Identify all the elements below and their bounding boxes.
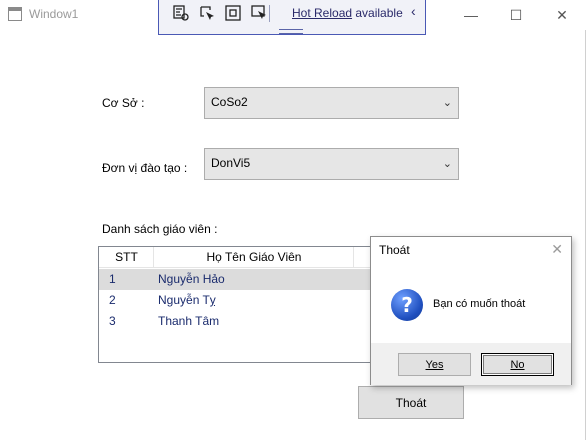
coso-label: Cơ Sở : <box>102 96 145 110</box>
donvi-selected-value: DonVi5 <box>211 156 251 170</box>
table-row[interactable]: 2 Nguyễn Tỵ <box>99 290 387 311</box>
yes-button[interactable]: Yes <box>398 353 471 376</box>
coso-combobox[interactable]: CoSo2 ⌄ <box>204 87 459 119</box>
row-stt: 3 <box>109 314 116 328</box>
column-divider[interactable] <box>353 247 354 267</box>
select-element-icon[interactable] <box>198 4 216 22</box>
xaml-debug-toolbar: Hot Reload available ‹ <box>158 0 426 35</box>
chevron-down-icon: ⌄ <box>442 97 452 109</box>
toolbar-separator <box>269 5 270 22</box>
collapse-toolbar-button[interactable]: ‹ <box>411 3 416 19</box>
coso-selected-value: CoSo2 <box>211 95 248 109</box>
app-window-icon <box>8 7 22 21</box>
row-teacher-name: Nguyễn Hảo <box>158 272 225 286</box>
window-title: Window1 <box>29 7 79 21</box>
toolbar-drag-grip[interactable] <box>279 29 303 34</box>
chevron-down-icon: ⌄ <box>442 158 452 170</box>
close-window-button[interactable]: ✕ <box>539 0 585 30</box>
row-stt: 1 <box>109 272 116 286</box>
hot-reload-link[interactable]: Hot Reload <box>292 6 352 20</box>
hot-reload-status: Hot Reload available <box>292 6 403 20</box>
exit-button[interactable]: Thoát <box>358 386 464 419</box>
display-adorners-icon[interactable] <box>224 4 242 22</box>
maximize-button[interactable]: ☐ <box>493 0 539 30</box>
question-icon: ? <box>391 289 423 321</box>
donvi-label: Đơn vị đào tạo : <box>102 161 188 175</box>
table-row[interactable]: 1 Nguyễn Hảo <box>99 269 387 290</box>
teacher-list-label: Danh sách giáo viên : <box>102 222 218 236</box>
donvi-combobox[interactable]: DonVi5 ⌄ <box>204 148 459 180</box>
dialog-message: Bạn có muốn thoát <box>433 298 526 310</box>
minimize-button[interactable]: — <box>448 0 494 30</box>
column-header-name[interactable]: Họ Tên Giáo Viên <box>154 250 354 264</box>
live-visual-tree-icon[interactable] <box>172 4 190 22</box>
dialog-title: Thoát <box>379 243 410 257</box>
row-teacher-name: Thanh Tâm <box>158 314 220 328</box>
column-header-stt[interactable]: STT <box>99 250 154 264</box>
exit-confirm-dialog: Thoát ✕ ? Bạn có muốn thoát Yes No <box>370 236 572 385</box>
dialog-close-button[interactable]: ✕ <box>551 241 563 258</box>
hot-reload-suffix: available <box>352 6 403 20</box>
row-stt: 2 <box>109 293 116 307</box>
listview-header: STT Họ Tên Giáo Viên <box>99 247 387 268</box>
track-focus-icon[interactable] <box>250 4 268 22</box>
row-teacher-name: Nguyễn Tỵ <box>158 293 216 307</box>
teacher-listview[interactable]: STT Họ Tên Giáo Viên 1 Nguyễn Hảo 2 Nguy… <box>98 246 388 363</box>
dialog-button-bar: Yes No <box>371 343 571 385</box>
table-row[interactable]: 3 Thanh Tâm <box>99 311 387 332</box>
no-button[interactable]: No <box>481 353 554 376</box>
